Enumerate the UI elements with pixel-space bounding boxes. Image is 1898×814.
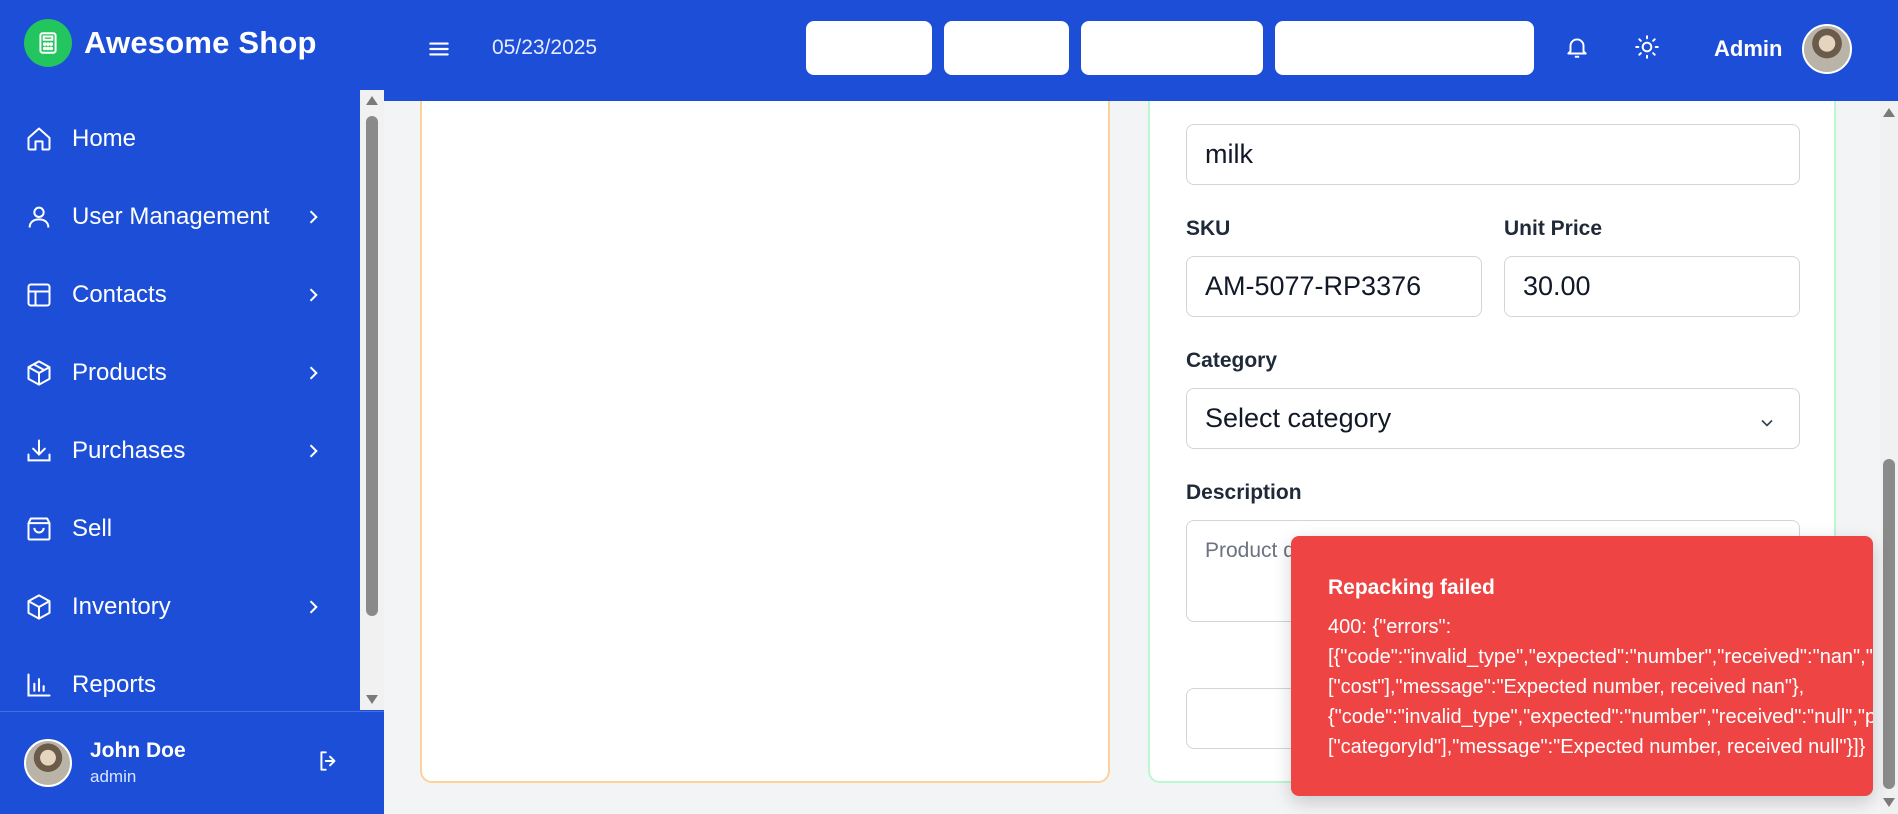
product-image-card: [420, 101, 1110, 783]
bar-chart-icon: [24, 670, 54, 700]
download-icon: [24, 436, 54, 466]
error-toast[interactable]: Repacking failed 400: {"errors": [{"code…: [1291, 536, 1873, 796]
sidebar-item-label: Products: [72, 359, 167, 386]
unit-price-label: Unit Price: [1504, 217, 1603, 240]
user-name: John Doe: [90, 739, 186, 762]
chevron-right-icon: [302, 440, 324, 462]
scrollbar-thumb[interactable]: [366, 116, 378, 616]
sidebar-item-label: Home: [72, 125, 137, 152]
current-date: 05/23/2025: [492, 36, 598, 59]
description-label: Description: [1186, 481, 1302, 504]
chevron-down-icon: [1757, 409, 1777, 429]
menu-icon[interactable]: [426, 36, 452, 62]
sidebar-item-sell[interactable]: Sell: [0, 490, 360, 568]
toast-title: Repacking failed: [1328, 576, 1495, 599]
logout-icon[interactable]: [316, 748, 344, 776]
avatar[interactable]: [1802, 24, 1852, 74]
sidebar-item-user-management[interactable]: User Management: [0, 178, 360, 256]
chevron-right-icon: [302, 362, 324, 384]
sidebar-item-reports[interactable]: Reports: [0, 646, 360, 710]
category-select[interactable]: Select category: [1186, 388, 1800, 449]
product-name-input[interactable]: milk: [1186, 124, 1800, 185]
scroll-up-icon[interactable]: [366, 96, 378, 105]
scroll-up-icon[interactable]: [1883, 108, 1895, 117]
sidebar-item-label: Reports: [72, 671, 157, 698]
user-role: admin: [90, 767, 137, 786]
contacts-icon: [24, 280, 54, 310]
box-icon: [24, 358, 54, 388]
sidebar-nav: Home User Management Contacts Products P…: [0, 100, 360, 710]
chevron-right-icon: [302, 596, 324, 618]
avatar[interactable]: [24, 739, 72, 787]
category-value: Select category: [1205, 403, 1392, 433]
sidebar-item-label: Contacts: [72, 281, 167, 308]
scrollbar-thumb[interactable]: [1883, 459, 1895, 789]
sidebar: Awesome Shop Home User Management Contac…: [0, 0, 384, 814]
sidebar-item-purchases[interactable]: Purchases: [0, 412, 360, 490]
brand[interactable]: Awesome Shop: [24, 18, 317, 68]
header-button-4[interactable]: [1275, 21, 1534, 75]
category-label: Category: [1186, 349, 1278, 372]
header-button-1[interactable]: [806, 21, 932, 75]
sidebar-item-label: Inventory: [72, 593, 171, 620]
sidebar-item-contacts[interactable]: Contacts: [0, 256, 360, 334]
sidebar-item-label: Purchases: [72, 437, 186, 464]
top-header: 05/23/2025 Admin: [384, 0, 1898, 101]
user-icon: [24, 202, 54, 232]
header-button-2[interactable]: [944, 21, 1069, 75]
calculator-icon: [24, 19, 72, 67]
sidebar-item-label: Sell: [72, 515, 113, 542]
chevron-right-icon: [302, 206, 324, 228]
scroll-down-icon[interactable]: [366, 695, 378, 704]
unit-price-input[interactable]: 30.00: [1504, 256, 1800, 317]
sidebar-item-inventory[interactable]: Inventory: [0, 568, 360, 646]
home-icon: [24, 124, 54, 154]
box-icon: [24, 592, 54, 622]
sidebar-scrollbar[interactable]: [360, 90, 384, 710]
toast-message: 400: {"errors": [{"code":"invalid_type",…: [1328, 616, 1873, 758]
chevron-right-icon: [302, 284, 324, 306]
sun-icon[interactable]: [1634, 34, 1662, 62]
scroll-down-icon[interactable]: [1883, 798, 1895, 807]
main-scrollbar[interactable]: [1880, 101, 1898, 814]
sidebar-item-products[interactable]: Products: [0, 334, 360, 412]
header-button-3[interactable]: [1081, 21, 1263, 75]
app-name: Awesome Shop: [84, 25, 317, 60]
sidebar-item-label: User Management: [72, 203, 270, 230]
shopping-bag-icon: [24, 514, 54, 544]
sidebar-item-home[interactable]: Home: [0, 100, 360, 178]
sku-label: SKU: [1186, 217, 1231, 240]
bell-icon[interactable]: [1564, 34, 1592, 62]
sku-input[interactable]: AM-5077-RP3376: [1186, 256, 1482, 317]
sidebar-user: John Doe admin: [0, 711, 384, 814]
admin-name[interactable]: Admin: [1714, 36, 1782, 62]
